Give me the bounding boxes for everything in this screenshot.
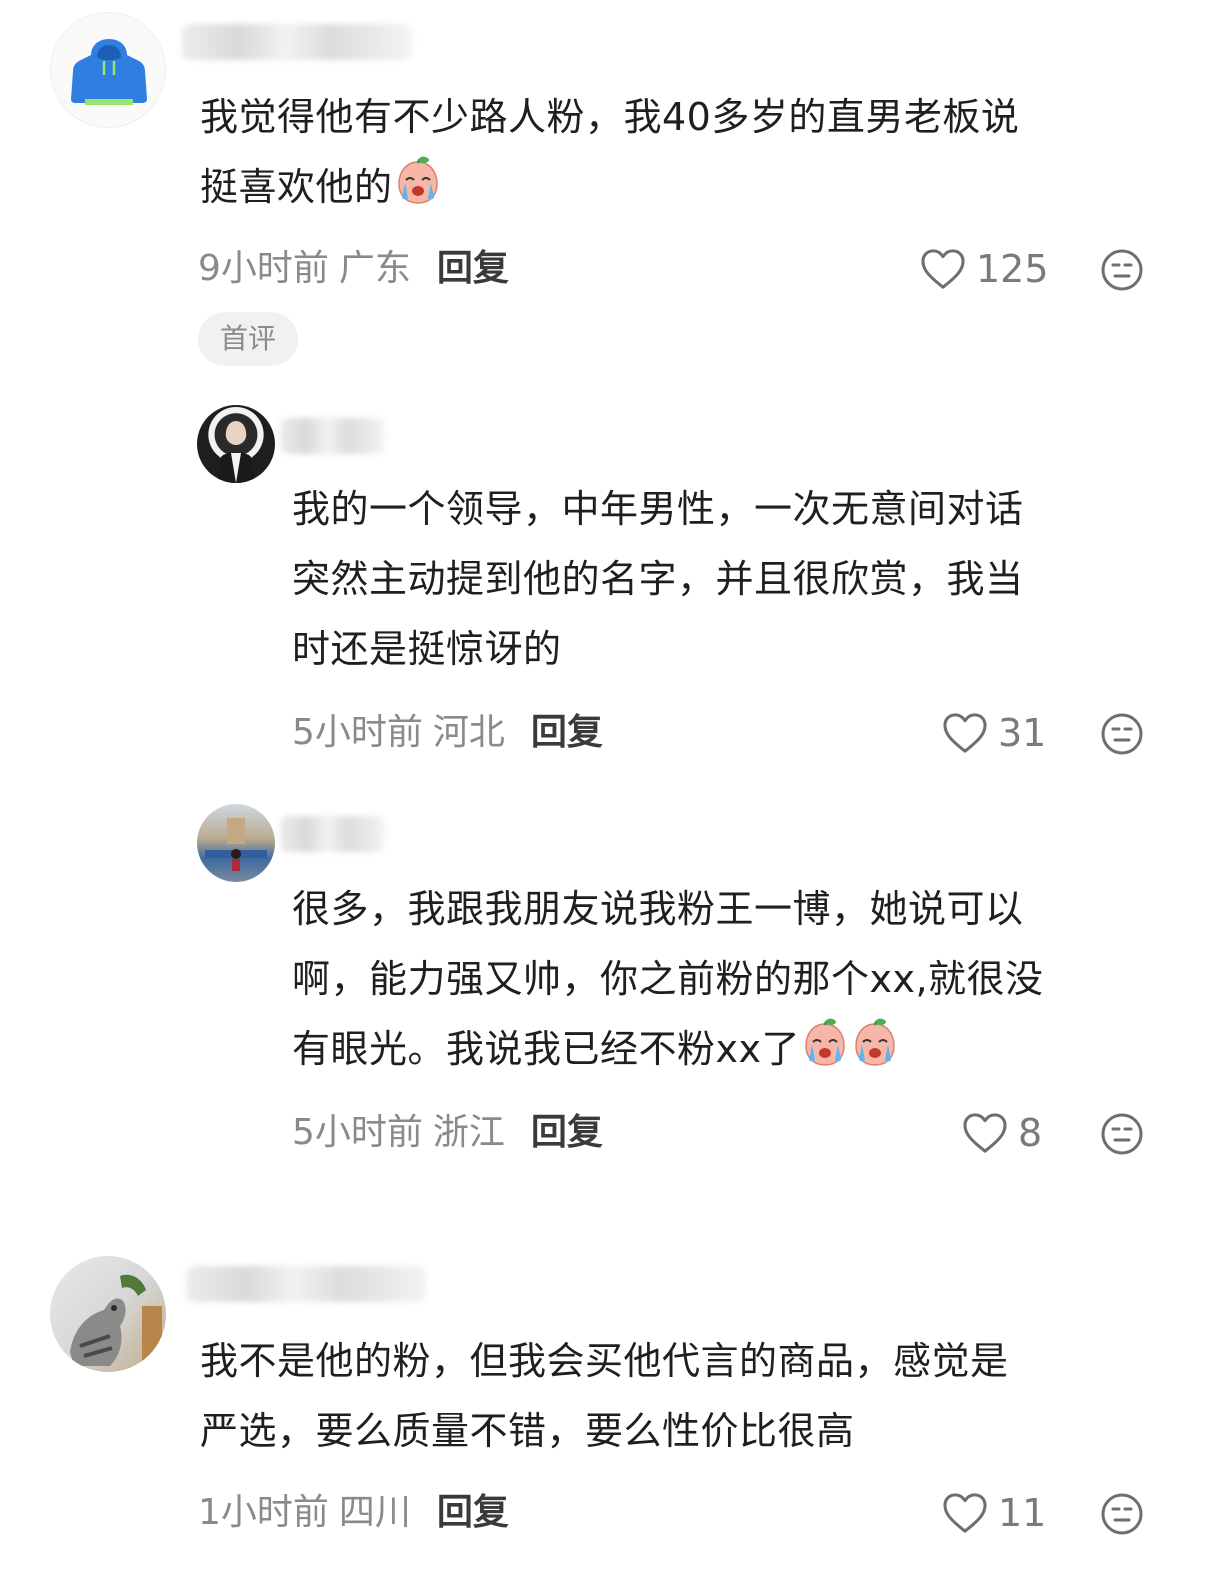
comment-text: 我的一个领导，中年男性，一次无意间对话 突然主动提到他的名字，并且很欣赏，我当 … xyxy=(292,487,1024,671)
hoodie-icon xyxy=(71,39,147,105)
comment-text: 我不是他的粉，但我会买他代言的商品，感觉是 严选，要么质量不错，要么性价比很高 xyxy=(200,1339,1009,1453)
reply-button[interactable]: 回复 xyxy=(437,1492,509,1533)
comment-meta: 9小时前 广东 回复 xyxy=(198,244,509,294)
reply-button[interactable]: 回复 xyxy=(531,1112,603,1153)
crying-face-emoji xyxy=(800,1018,850,1068)
comment-text: 我觉得他有不少路人粉，我40多岁的直男老板说 挺喜欢他的 xyxy=(200,95,1020,209)
avatar[interactable] xyxy=(197,405,275,483)
dislike-face-icon[interactable] xyxy=(1100,248,1144,292)
comment-text: 很多，我跟我朋友说我粉王一博，她说可以 啊，能力强又帅，你之前粉的那个xx,就很… xyxy=(292,887,1044,1071)
username-blurred[interactable] xyxy=(280,418,385,454)
username-blurred[interactable] xyxy=(182,24,412,60)
heart-icon xyxy=(942,712,988,754)
dislike-face-icon[interactable] xyxy=(1100,1492,1144,1536)
comment-location: 四川 xyxy=(338,1492,411,1533)
crying-face-emoji xyxy=(850,1018,900,1068)
comment-meta: 5小时前 浙江 回复 xyxy=(292,1108,603,1158)
like-count: 31 xyxy=(998,711,1047,755)
username-blurred[interactable] xyxy=(280,816,385,852)
dislike-face-icon[interactable] xyxy=(1100,712,1144,756)
comment-time: 5小时前 xyxy=(292,712,423,753)
heart-icon xyxy=(942,1492,988,1534)
dislike-face-icon[interactable] xyxy=(1100,1112,1144,1156)
like-count: 8 xyxy=(1018,1111,1043,1155)
heart-icon xyxy=(962,1112,1008,1154)
crying-face-emoji xyxy=(393,156,443,206)
like-button[interactable]: 31 xyxy=(942,708,1046,758)
username-blurred[interactable] xyxy=(186,1266,426,1302)
like-count: 125 xyxy=(976,247,1049,291)
reply-button[interactable]: 回复 xyxy=(531,712,603,753)
comment-time: 1小时前 xyxy=(198,1492,329,1533)
like-button[interactable]: 8 xyxy=(962,1108,1042,1158)
like-button[interactable]: 125 xyxy=(920,244,1049,294)
comment-time: 9小时前 xyxy=(198,248,329,289)
avatar[interactable] xyxy=(50,12,166,128)
comment-location: 河北 xyxy=(432,712,505,753)
comment-time: 5小时前 xyxy=(292,1112,423,1153)
like-button[interactable]: 11 xyxy=(942,1488,1046,1538)
heart-icon xyxy=(920,248,966,290)
avatar[interactable] xyxy=(197,804,275,882)
comment-location: 广东 xyxy=(338,248,411,289)
like-count: 11 xyxy=(998,1491,1047,1535)
comment-location: 浙江 xyxy=(432,1112,505,1153)
comment-meta: 5小时前 河北 回复 xyxy=(292,708,603,758)
avatar[interactable] xyxy=(50,1256,166,1372)
first-comment-badge: 首评 xyxy=(198,312,298,366)
comment-meta: 1小时前 四川 回复 xyxy=(198,1488,509,1538)
reply-button[interactable]: 回复 xyxy=(437,248,509,289)
